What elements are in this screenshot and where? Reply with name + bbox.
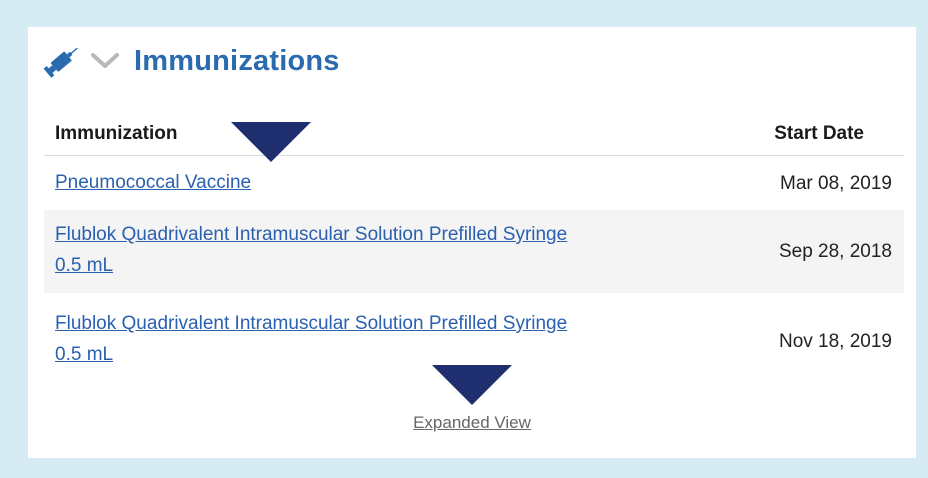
syringe-icon	[43, 47, 78, 78]
table-row: Pneumococcal Vaccine Mar 08, 2019	[44, 158, 904, 208]
immunization-link[interactable]: Flublok Quadrivalent Intramuscular Solut…	[55, 308, 567, 370]
immunization-link[interactable]: Pneumococcal Vaccine	[55, 167, 251, 198]
header-divider	[44, 155, 904, 156]
pointer-arrow-column	[231, 122, 311, 162]
column-header-immunization[interactable]: Immunization	[55, 123, 177, 145]
start-date: Nov 18, 2019	[778, 331, 892, 352]
section-title: Immunizations	[134, 44, 340, 77]
immunization-link[interactable]: Flublok Quadrivalent Intramuscular Solut…	[55, 219, 567, 281]
pointer-arrow-expanded	[432, 365, 512, 405]
chevron-down-icon[interactable]	[90, 51, 120, 71]
table-row: Flublok Quadrivalent Intramuscular Solut…	[44, 210, 904, 293]
column-header-start-date[interactable]: Start Date	[774, 123, 864, 145]
expanded-view-link[interactable]: Expanded View	[28, 413, 916, 433]
start-date: Mar 08, 2019	[780, 173, 892, 194]
start-date: Sep 28, 2018	[778, 241, 892, 262]
section-header: Immunizations	[42, 41, 340, 81]
